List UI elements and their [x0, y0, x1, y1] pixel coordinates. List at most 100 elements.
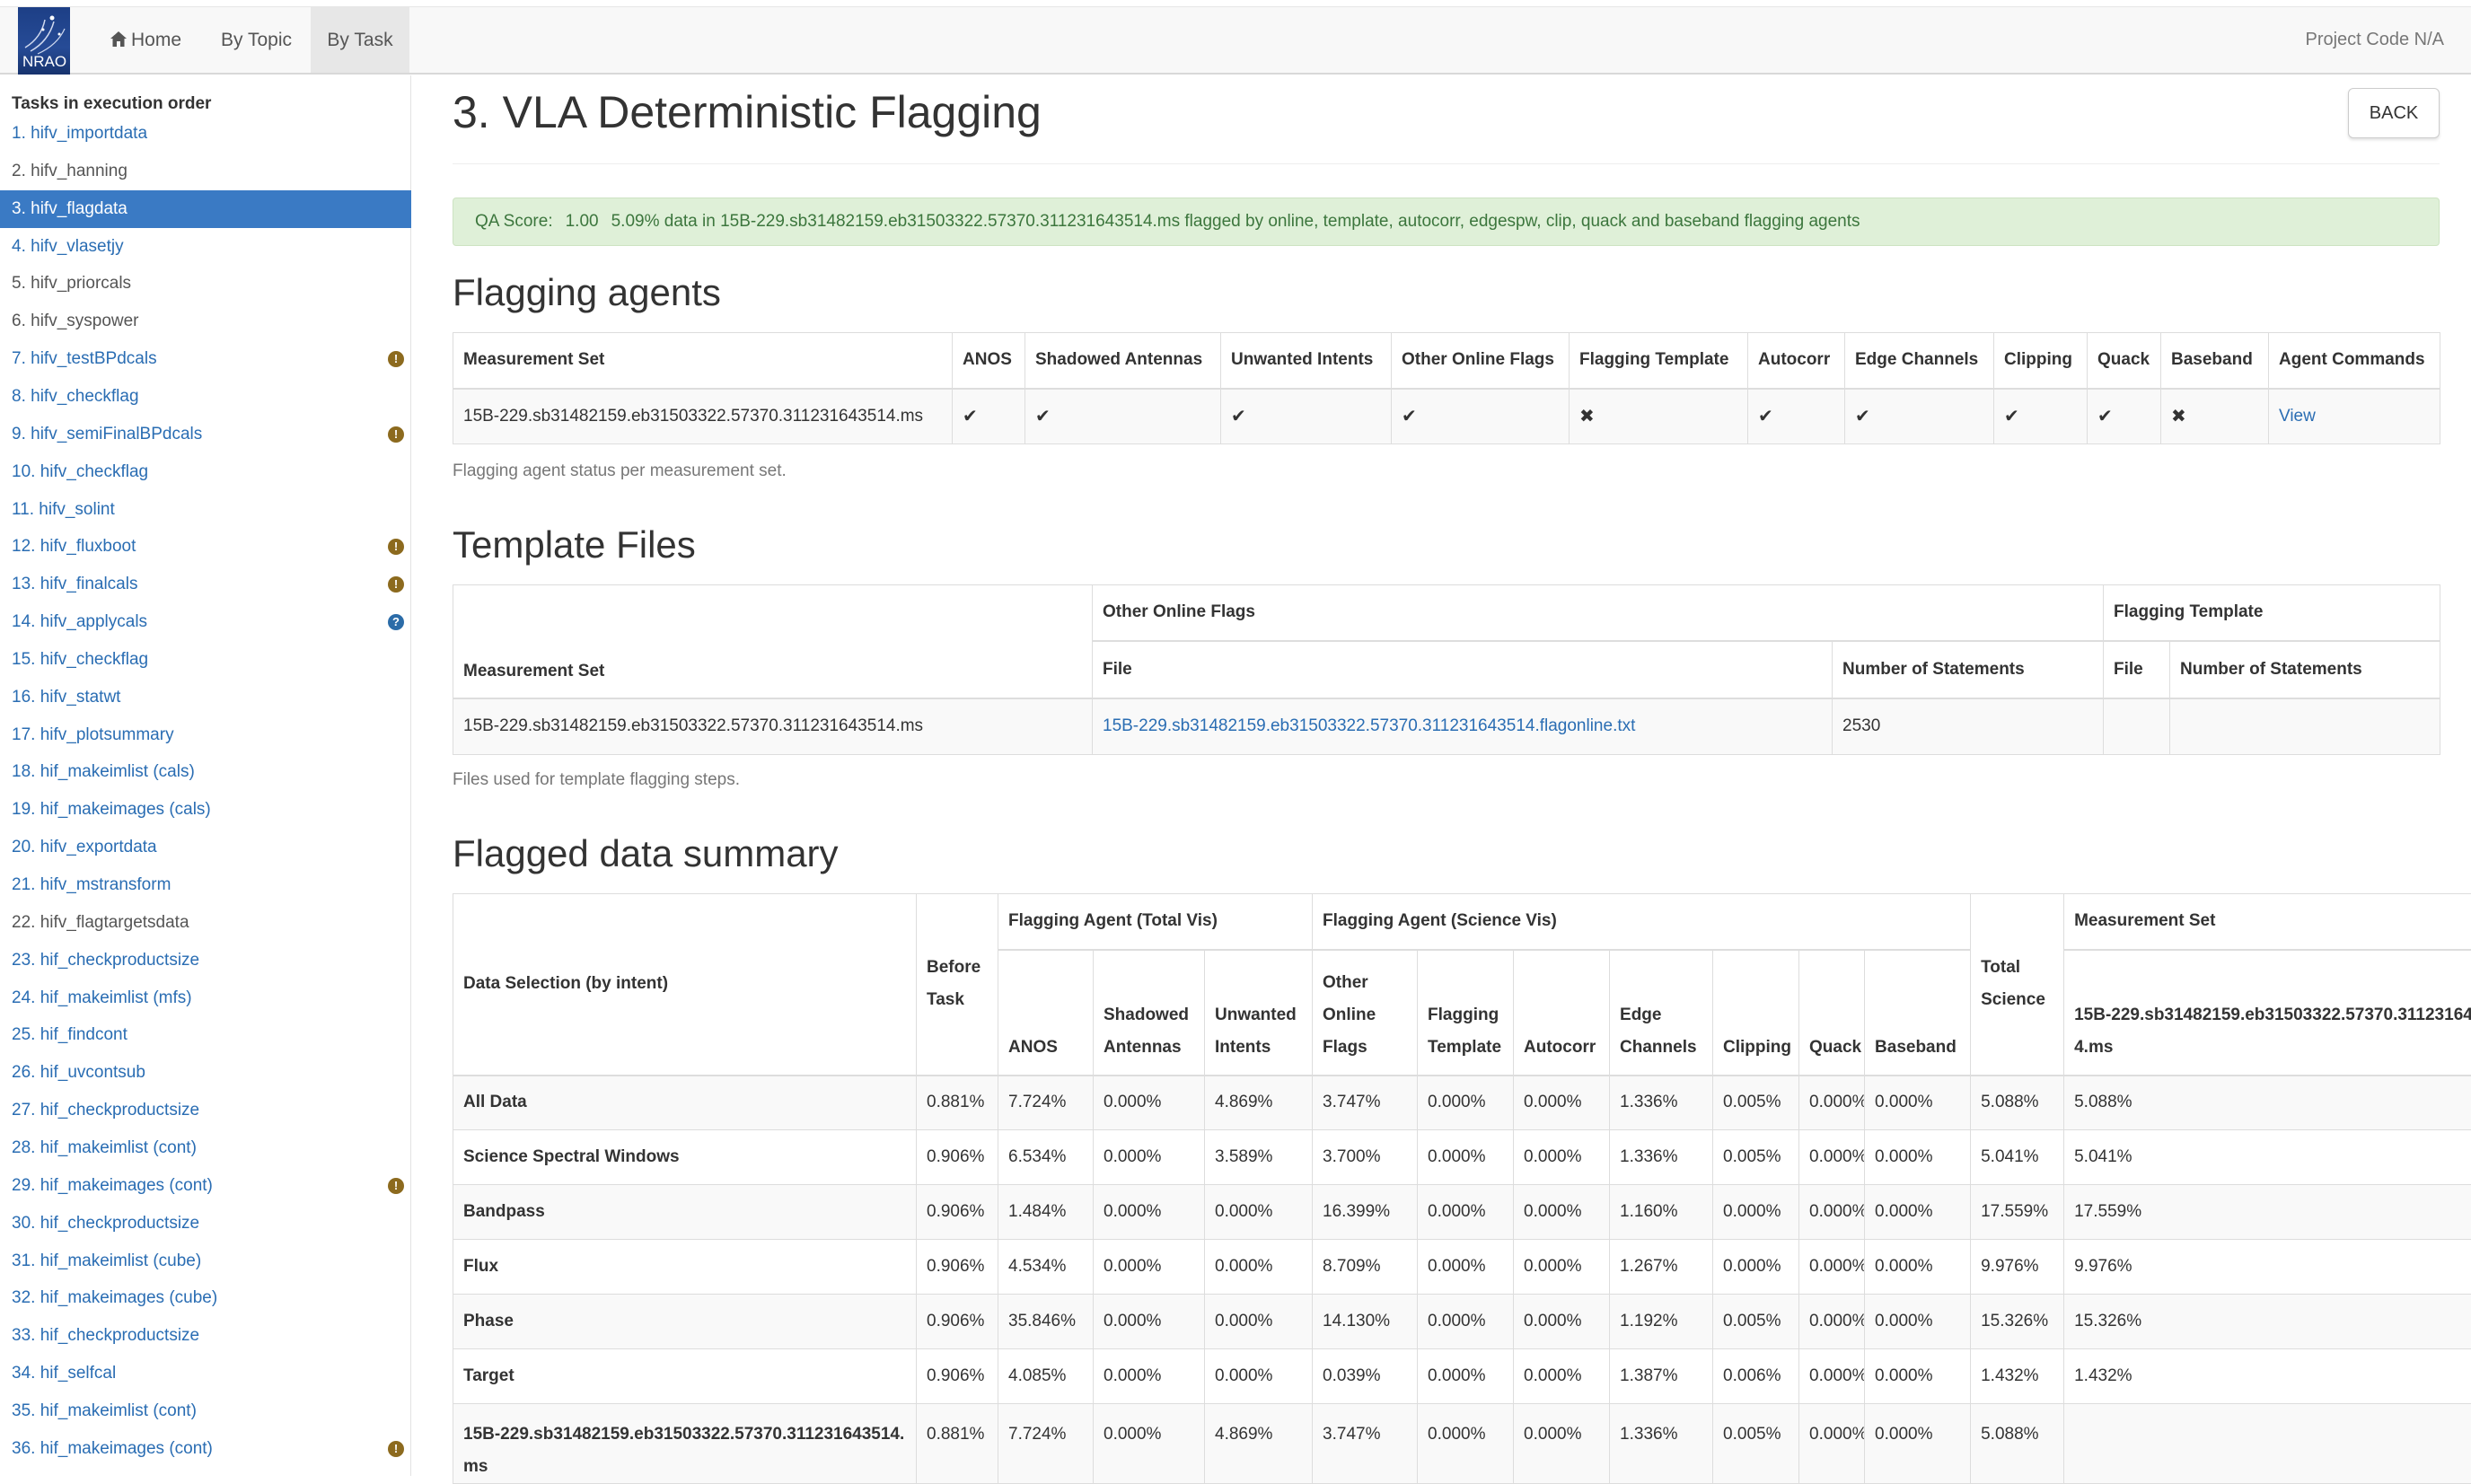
table-row: Bandpass0.906%1.484%0.000%0.000%16.399%0… [453, 1185, 2471, 1240]
warning-icon: ! [388, 576, 404, 593]
sidebar-item[interactable]: 13. hifv_finalcals! [0, 566, 411, 603]
value-cell: 9.976% [1971, 1240, 2064, 1295]
value-cell: 3.589% [1205, 1130, 1313, 1185]
group-measurement-set: Measurement Set [2064, 894, 2471, 950]
online-statements-cell: 2530 [1833, 698, 2104, 755]
sidebar-item[interactable]: 24. hif_makeimlist (mfs) [0, 979, 411, 1017]
value-cell: 0.000% [1418, 1185, 1514, 1240]
sidebar-item[interactable]: 6. hifv_syspower [0, 303, 411, 340]
sidebar-item[interactable]: 33. hif_checkproductsize [0, 1317, 411, 1355]
value-cell: 0.000% [1514, 1185, 1610, 1240]
sidebar-item[interactable]: 16. hifv_statwt [0, 679, 411, 716]
sidebar-item[interactable]: 31. hif_makeimlist (cube) [0, 1243, 411, 1280]
home-icon [110, 9, 128, 75]
sidebar-item[interactable]: 15. hifv_checkflag [0, 641, 411, 679]
sidebar-item[interactable]: 25. hif_findcont [0, 1016, 411, 1054]
sidebar-item[interactable]: 12. hifv_fluxboot! [0, 528, 411, 566]
value-cell: 0.000% [1865, 1240, 1971, 1295]
sidebar-item[interactable]: 9. hifv_semiFinalBPdcals! [0, 416, 411, 453]
warning-icon: ! [388, 1441, 404, 1457]
value-cell: 0.000% [1713, 1240, 1799, 1295]
nav-by-task[interactable]: By Task [311, 7, 409, 73]
col-data-selection: Data Selection (by intent) [453, 894, 917, 1076]
col-flagging-template: Flagging Template [1418, 950, 1514, 1076]
logo-text: NRAO [22, 53, 66, 71]
value-cell: 0.000% [1514, 1404, 1610, 1484]
sidebar-item-label: 21. hifv_mstransform [12, 875, 171, 894]
value-cell: 0.000% [1799, 1240, 1865, 1295]
sidebar-item[interactable]: 34. hif_selfcal [0, 1355, 411, 1392]
value-cell: 0.000% [1514, 1349, 1610, 1404]
sidebar-item[interactable]: 3. hifv_flagdata [0, 190, 411, 228]
agents-col-header: Clipping [1994, 333, 2088, 389]
sidebar-item-label: 16. hifv_statwt [12, 688, 120, 707]
value-cell: 0.000% [1713, 1185, 1799, 1240]
agent-commands-link[interactable]: View [2269, 389, 2440, 444]
sidebar-item-label: 33. hif_checkproductsize [12, 1326, 199, 1345]
quack-status: ✔ [2088, 389, 2161, 444]
agents-heading: Flagging agents [453, 271, 721, 314]
sidebar-item[interactable]: 2. hifv_hanning [0, 153, 411, 190]
sidebar-item[interactable]: 32. hif_makeimages (cube) [0, 1279, 411, 1317]
agents-table: Measurement SetANOSShadowed AntennasUnwa… [453, 332, 2440, 444]
flagged-summary-table: Data Selection (by intent) Before Task F… [453, 893, 2471, 1484]
col-other-online-flags: Other Online Flags [1313, 950, 1418, 1076]
sidebar-item[interactable]: 27. hif_checkproductsize [0, 1092, 411, 1129]
value-cell: 8.709% [1313, 1240, 1418, 1295]
sidebar-item[interactable]: 28. hif_makeimlist (cont) [0, 1129, 411, 1167]
value-cell: 0.039% [1313, 1349, 1418, 1404]
sidebar-item[interactable]: 14. hifv_applycals? [0, 603, 411, 641]
value-cell: 0.005% [1713, 1404, 1799, 1484]
value-cell: 0.005% [1713, 1295, 1799, 1349]
group-science-vis: Flagging Agent (Science Vis) [1313, 894, 1971, 950]
flagonline-file-link[interactable]: 15B-229.sb31482159.eb31503322.57370.3112… [1093, 698, 1833, 755]
value-cell: 0.000% [1799, 1295, 1865, 1349]
sidebar-item[interactable]: 21. hifv_mstransform [0, 866, 411, 904]
sidebar-item[interactable]: 22. hifv_flagtargetsdata [0, 904, 411, 942]
sidebar-item-label: 8. hifv_checkflag [12, 387, 139, 406]
row-label-cell: Science Spectral Windows [453, 1130, 917, 1185]
value-cell: 5.041% [2064, 1130, 2471, 1185]
sidebar-item-label: 30. hif_checkproductsize [12, 1214, 199, 1233]
value-cell: 7.724% [998, 1076, 1094, 1130]
sidebar-item[interactable]: 35. hif_makeimlist (cont) [0, 1392, 411, 1430]
sidebar-item[interactable]: 36. hif_makeimages (cont)! [0, 1430, 411, 1468]
warning-icon: ! [388, 426, 404, 443]
col-before-task: Before Task [917, 894, 998, 1076]
value-cell: 0.000% [1094, 1295, 1205, 1349]
sidebar-item[interactable]: 8. hifv_checkflag [0, 378, 411, 416]
template-ms-cell: 15B-229.sb31482159.eb31503322.57370.3112… [453, 698, 1093, 755]
table-row: 15B-229.sb31482159.eb31503322.57370.3112… [453, 1404, 2471, 1484]
value-cell: 0.881% [917, 1404, 998, 1484]
template-caption: Files used for template flagging steps. [453, 770, 740, 790]
col-number-of-statements: Number of Statements [1833, 641, 2104, 698]
sidebar-item[interactable]: 18. hif_makeimlist (cals) [0, 753, 411, 791]
sidebar-item[interactable]: 26. hif_uvcontsub [0, 1054, 411, 1092]
back-button[interactable]: BACK [2348, 88, 2440, 138]
nav-by-topic[interactable]: By Topic [221, 7, 292, 73]
sidebar-item-label: 28. hif_makeimlist (cont) [12, 1138, 197, 1157]
sidebar-item[interactable]: 20. hifv_exportdata [0, 829, 411, 866]
template-statements-cell [2170, 698, 2440, 755]
sidebar-item[interactable]: 23. hif_checkproductsize [0, 942, 411, 979]
value-cell: 0.000% [1205, 1240, 1313, 1295]
agents-ms-cell: 15B-229.sb31482159.eb31503322.57370.3112… [453, 389, 953, 444]
sidebar-item[interactable]: 19. hif_makeimages (cals) [0, 791, 411, 829]
sidebar-item[interactable]: 17. hifv_plotsummary [0, 716, 411, 754]
warning-icon: ! [388, 539, 404, 555]
sidebar-item[interactable]: 30. hif_checkproductsize [0, 1205, 411, 1243]
value-cell: 3.700% [1313, 1130, 1418, 1185]
nrao-logo[interactable]: NRAO [18, 7, 70, 75]
nav-home[interactable]: Home [110, 7, 181, 73]
sidebar-item[interactable]: 10. hifv_checkflag [0, 453, 411, 491]
sidebar-item[interactable]: 29. hif_makeimages (cont)! [0, 1167, 411, 1205]
table-row: Target0.906%4.085%0.000%0.000%0.039%0.00… [453, 1349, 2471, 1404]
sidebar-item[interactable]: 7. hifv_testBPdcals! [0, 340, 411, 378]
value-cell: 0.000% [1865, 1295, 1971, 1349]
sidebar-item[interactable]: 4. hifv_vlasetjy [0, 228, 411, 266]
table-row: All Data0.881%7.724%0.000%4.869%3.747%0.… [453, 1076, 2471, 1130]
sidebar-item[interactable]: 1. hifv_importdata [0, 115, 411, 153]
sidebar-item[interactable]: 11. hifv_solint [0, 491, 411, 529]
sidebar-item-label: 1. hifv_importdata [12, 124, 147, 143]
sidebar-item[interactable]: 5. hifv_priorcals [0, 265, 411, 303]
